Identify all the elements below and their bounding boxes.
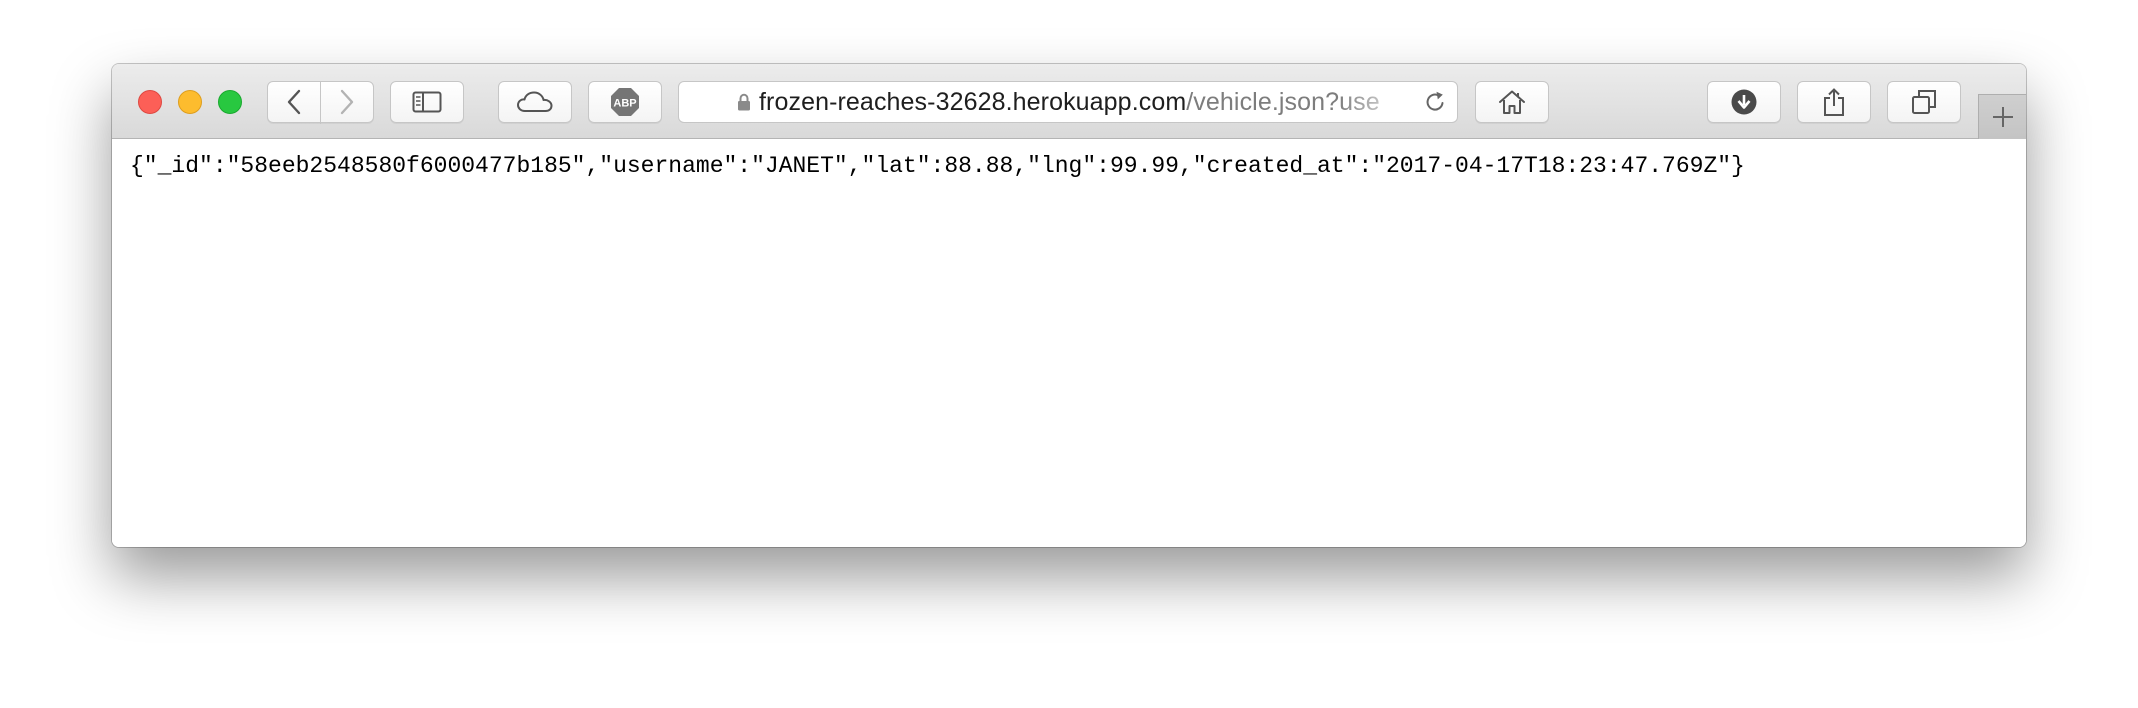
sidebar-icon	[412, 91, 442, 113]
reload-icon[interactable]	[1423, 90, 1447, 114]
abp-icon: ABP	[611, 88, 639, 116]
url-host: frozen-reaches-32628.herokuapp.com	[759, 87, 1187, 116]
json-response-text: {"_id":"58eeb2548580f6000477b185","usern…	[130, 153, 1745, 179]
chevron-right-icon	[340, 89, 354, 115]
share-button[interactable]	[1797, 81, 1871, 123]
browser-toolbar: ABP frozen-reaches-32628.herokuapp.com/v…	[112, 64, 2026, 139]
download-icon	[1731, 89, 1757, 115]
abp-label: ABP	[613, 98, 636, 110]
home-icon	[1499, 90, 1525, 114]
url-text: frozen-reaches-32628.herokuapp.com/vehic…	[759, 88, 1417, 117]
plus-icon	[1992, 107, 2013, 127]
zoom-window-button[interactable]	[218, 90, 242, 114]
show-sidebar-button[interactable]	[390, 81, 464, 123]
chevron-left-icon	[287, 89, 301, 115]
adblock-plus-button[interactable]: ABP	[588, 81, 662, 123]
icloud-tabs-button[interactable]	[498, 81, 572, 123]
downloads-button[interactable]	[1707, 81, 1781, 123]
tabs-icon	[1912, 90, 1936, 114]
cloud-icon	[517, 91, 553, 112]
minimize-window-button[interactable]	[178, 90, 202, 114]
home-button[interactable]	[1475, 81, 1549, 123]
show-all-tabs-button[interactable]	[1887, 81, 1961, 123]
close-window-button[interactable]	[138, 90, 162, 114]
forward-button[interactable]	[320, 81, 374, 123]
back-button[interactable]	[267, 81, 321, 123]
url-path: /vehicle.json?use	[1186, 87, 1380, 116]
browser-window: ABP frozen-reaches-32628.herokuapp.com/v…	[112, 64, 2026, 547]
address-bar[interactable]: frozen-reaches-32628.herokuapp.com/vehic…	[678, 81, 1458, 123]
new-tab-button[interactable]	[1978, 94, 2026, 139]
share-icon	[1824, 88, 1844, 116]
lock-icon	[738, 93, 750, 111]
page-content: {"_id":"58eeb2548580f6000477b185","usern…	[112, 139, 2026, 547]
